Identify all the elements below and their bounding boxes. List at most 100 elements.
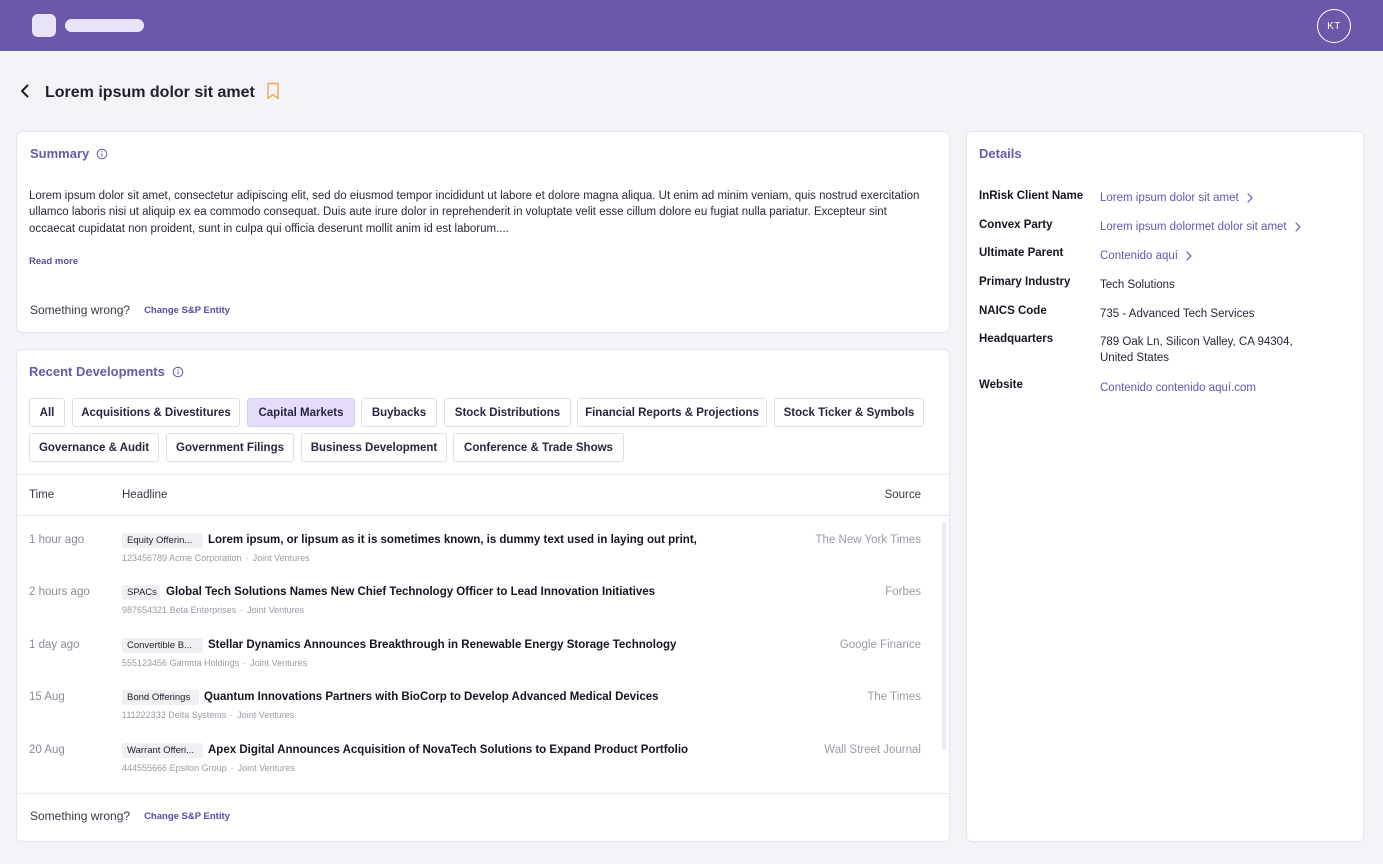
- row-time: 20 Aug: [29, 744, 65, 756]
- row-headline[interactable]: Quantum Innovations Partners with BioCor…: [204, 691, 659, 703]
- detail-label-client-name: InRisk Client Name: [979, 190, 1084, 202]
- something-wrong-label: Something wrong?: [30, 809, 131, 823]
- detail-value-text: Contenido aquí: [1100, 250, 1179, 262]
- detail-value-text: Lorem ipsum dolor sit amet: [1100, 192, 1239, 204]
- row-meta: 555123456 Gamma Holdings · Joint Ventures: [122, 658, 308, 668]
- bookmark-icon: [266, 82, 280, 105]
- change-entity-link[interactable]: Change S&P Entity: [144, 811, 230, 822]
- row-company: Acme Corporation: [169, 553, 242, 563]
- detail-label-naics-code: NAICS Code: [979, 305, 1047, 317]
- filter-chip-buybacks[interactable]: Buybacks: [361, 398, 437, 427]
- page-header: Lorem ipsum dolor sit amet: [20, 78, 280, 108]
- column-header-source: Source: [884, 489, 921, 501]
- row-tag: Equity Offerin...: [122, 533, 203, 548]
- divider: [17, 474, 949, 475]
- row-meta: 123456789 Acme Corporation · Joint Venture…: [122, 553, 310, 563]
- row-tag: Convertible B...: [122, 638, 203, 653]
- filter-chip-governance[interactable]: Governance & Audit: [29, 433, 159, 462]
- info-icon[interactable]: [96, 148, 108, 160]
- table-scrollbar[interactable]: [942, 522, 946, 750]
- row-headline[interactable]: Lorem ipsum, or lipsum as it is sometime…: [208, 534, 697, 546]
- divider: [17, 793, 949, 794]
- headquarters-line-2: United States: [1100, 352, 1170, 364]
- user-avatar[interactable]: KT: [1317, 9, 1351, 43]
- summary-title-text: Summary: [30, 146, 90, 161]
- summary-feedback: Something wrong? Change S&P Entity: [30, 303, 230, 317]
- detail-label-website: Website: [979, 379, 1023, 391]
- back-button[interactable]: [20, 78, 40, 108]
- row-time: 2 hours ago: [29, 586, 90, 598]
- row-headline[interactable]: Apex Digital Announces Acquisition of No…: [208, 744, 688, 756]
- row-tag: SPACs: [122, 585, 160, 600]
- filter-chip-stock-distributions[interactable]: Stock Distributions: [444, 398, 571, 427]
- bookmark-button[interactable]: [266, 82, 280, 105]
- filter-chip-all[interactable]: All: [29, 398, 65, 427]
- row-category: Joint Ventures: [237, 710, 295, 720]
- detail-value-primary-industry: Tech Solutions: [1100, 279, 1175, 291]
- top-bar: KT: [0, 0, 1383, 51]
- filter-chip-government-filings[interactable]: Government Filings: [166, 433, 294, 462]
- row-company: Gamma Holdings: [169, 658, 240, 668]
- row-meta: 987654321 Beta Enterprises · Joint Venture…: [122, 605, 305, 615]
- row-source: Forbes: [885, 586, 921, 598]
- detail-link-client-name[interactable]: Lorem ipsum dolor sit amet: [1100, 190, 1253, 206]
- row-category: Joint Ventures: [252, 553, 310, 563]
- row-id: 555123456: [122, 658, 168, 668]
- row-source: The Times: [867, 691, 921, 703]
- column-header-time: Time: [29, 489, 55, 501]
- summary-text: Lorem ipsum dolor sit amet, consectetur …: [29, 190, 920, 235]
- detail-value-headquarters: 789 Oak Ln, Silicon Valley, CA 94304, Un…: [1100, 334, 1293, 366]
- detail-value-naics-code: 735 - Advanced Tech Services: [1100, 308, 1255, 320]
- row-id: 444555666: [122, 763, 168, 773]
- summary-card: Summary Lorem ipsum dolor sit amet, cons…: [16, 131, 950, 333]
- developments-feedback: Something wrong? Change S&P Entity: [30, 809, 230, 823]
- row-id: 987654321: [122, 605, 168, 615]
- filter-chip-business-development[interactable]: Business Development: [301, 433, 447, 462]
- detail-link-ultimate-parent[interactable]: Contenido aquí: [1100, 248, 1192, 264]
- row-category: Joint Ventures: [237, 763, 295, 773]
- detail-link-website[interactable]: Contenido contenido aquí.com: [1100, 380, 1256, 396]
- info-icon[interactable]: [172, 366, 184, 378]
- developments-title: Recent Developments: [29, 364, 184, 379]
- row-source: Google Finance: [839, 639, 921, 651]
- filter-chip-acquisitions[interactable]: Acquisitions & Divestitures: [72, 398, 240, 427]
- detail-label-primary-industry: Primary Industry: [979, 276, 1071, 288]
- row-meta: 444555666 Epsilon Group · Joint Ventures: [122, 763, 295, 773]
- detail-value-text: Lorem ipsum dolormet dolor sit amet: [1100, 221, 1287, 233]
- row-id: 123456789: [122, 553, 168, 563]
- column-header-headline: Headline: [122, 489, 168, 501]
- filter-chip-financial-reports[interactable]: Financial Reports & Projections: [577, 398, 767, 427]
- row-company: Beta Enterprises: [169, 605, 237, 615]
- summary-title: Summary: [30, 146, 108, 161]
- row-headline[interactable]: Global Tech Solutions Names New Chief Te…: [166, 586, 655, 598]
- row-tag: Warrant Offeri...: [122, 743, 203, 758]
- row-category: Joint Ventures: [247, 605, 305, 615]
- detail-label-ultimate-parent: Ultimate Parent: [979, 247, 1064, 259]
- chevron-right-icon: [1295, 222, 1301, 232]
- headquarters-line-1: 789 Oak Ln, Silicon Valley, CA 94304,: [1100, 336, 1293, 348]
- logo-wordmark[interactable]: [65, 19, 144, 32]
- row-time: 15 Aug: [29, 691, 65, 703]
- detail-link-convex-party[interactable]: Lorem ipsum dolormet dolor sit amet: [1100, 219, 1301, 235]
- row-company: Delta Systems: [168, 710, 227, 720]
- detail-label-headquarters: Headquarters: [979, 333, 1054, 345]
- recent-developments-card: Recent Developments All Acquisitions & D…: [16, 349, 950, 842]
- change-entity-link[interactable]: Change S&P Entity: [144, 305, 230, 316]
- filter-chip-capital-markets[interactable]: Capital Markets: [247, 398, 355, 427]
- chevron-right-icon: [1247, 193, 1253, 203]
- row-id: 111222333: [122, 710, 166, 720]
- row-company: Epsilon Group: [169, 763, 227, 773]
- developments-title-text: Recent Developments: [29, 364, 165, 379]
- something-wrong-label: Something wrong?: [30, 303, 131, 317]
- filter-chip-stock-ticker[interactable]: Stock Ticker & Symbols: [774, 398, 924, 427]
- row-category: Joint Ventures: [250, 658, 308, 668]
- filter-chip-conference[interactable]: Conference & Trade Shows: [453, 433, 624, 462]
- row-headline[interactable]: Stellar Dynamics Announces Breakthrough …: [208, 639, 676, 651]
- read-more-link[interactable]: Read more: [29, 256, 78, 267]
- logo-icon[interactable]: [32, 14, 56, 37]
- row-time: 1 hour ago: [29, 534, 84, 546]
- divider: [17, 515, 949, 516]
- details-card: Details InRisk Client Name Lorem ipsum d…: [966, 131, 1364, 842]
- detail-value-text: Contenido contenido aquí.com: [1100, 382, 1256, 394]
- row-source: Wall Street Journal: [824, 744, 921, 756]
